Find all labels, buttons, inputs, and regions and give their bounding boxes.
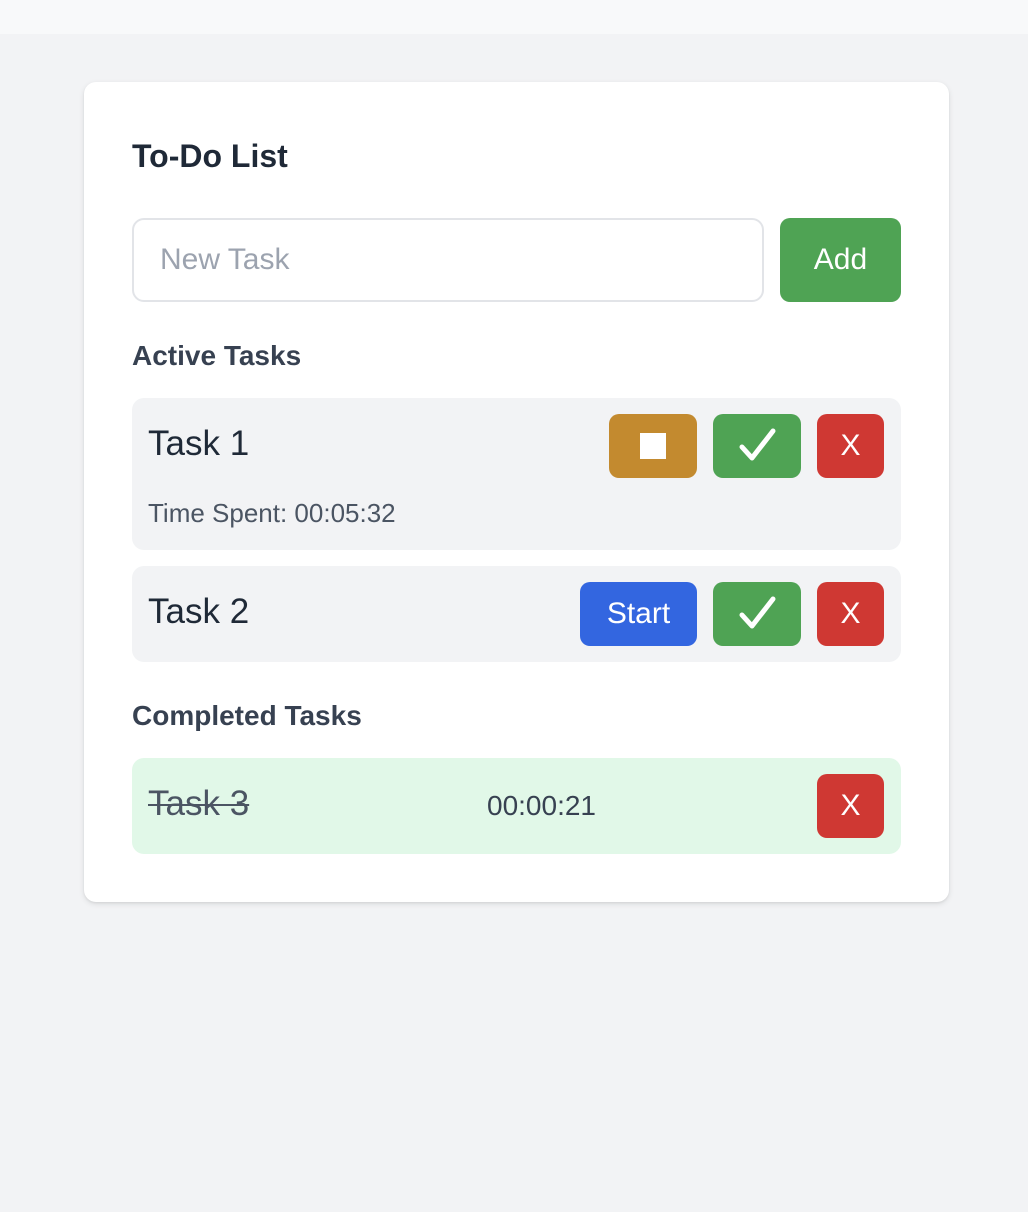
completed-task-time: 00:00:21 xyxy=(487,790,596,821)
start-timer-button[interactable]: Start xyxy=(580,582,697,646)
stop-square-icon xyxy=(640,433,666,459)
complete-task-button[interactable] xyxy=(713,414,801,478)
task-name: Task 1 xyxy=(148,424,250,463)
delete-task-button[interactable]: X xyxy=(817,582,884,646)
complete-task-button[interactable] xyxy=(713,582,801,646)
stop-timer-button[interactable] xyxy=(609,414,697,478)
checkmark-icon xyxy=(739,428,776,461)
time-spent: Time Spent: 00:05:32 xyxy=(148,498,396,528)
delete-task-button[interactable]: X xyxy=(817,414,884,478)
completed-task-name: Task 3 xyxy=(148,784,250,823)
checkmark-icon xyxy=(739,596,776,629)
new-task-input[interactable] xyxy=(132,218,764,302)
add-task-button[interactable]: Add xyxy=(780,218,901,302)
completed-tasks-heading: Completed Tasks xyxy=(132,700,362,731)
page-title: To-Do List xyxy=(132,138,288,174)
active-task-row: Task 2 Start X xyxy=(132,566,901,662)
active-tasks-heading: Active Tasks xyxy=(132,340,302,371)
active-task-row: Task 1 X Time Spent: 00:05:32 xyxy=(132,398,901,550)
task-name: Task 2 xyxy=(148,592,250,631)
completed-task-row: Task 3 00:00:21 X xyxy=(132,758,901,854)
delete-task-button[interactable]: X xyxy=(817,774,884,838)
todo-card: To-Do List Add Active Tasks Task 1 X Tim… xyxy=(84,82,949,902)
top-bar xyxy=(0,0,1028,34)
